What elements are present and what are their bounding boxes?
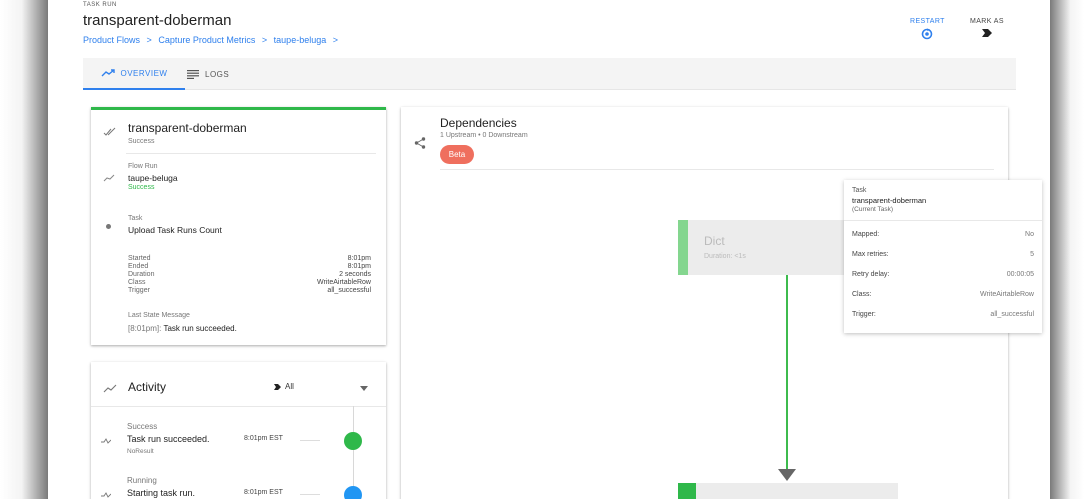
success-status-dot	[344, 432, 362, 450]
tooltip-label: Task	[852, 187, 867, 194]
tooltip-value: 00:00:05	[1006, 271, 1034, 278]
restart-button[interactable]: RESTART	[910, 18, 945, 40]
tooltip-note: (Current Task)	[852, 206, 894, 213]
task-run-info-table: Started 8:01pm Ended 8:01pm Duration 2 s…	[128, 255, 371, 295]
breadcrumb-item-flow[interactable]: Capture Product Metrics	[158, 35, 255, 45]
info-value-trigger: all_successful	[327, 287, 371, 294]
trending-up-icon	[101, 69, 115, 77]
tooltip-key: Max retries:	[852, 251, 889, 258]
divider	[91, 406, 386, 407]
task-run-page: TASK RUN transparent-doberman Product Fl…	[48, 0, 1050, 499]
activity-entry: Running Starting task run. 8:01pm EST	[101, 476, 371, 499]
info-key-class: Class	[128, 279, 146, 286]
info-key-started: Started	[128, 255, 151, 262]
current-task-node[interactable]	[678, 483, 898, 499]
activity-title: Activity	[128, 380, 167, 394]
running-status-dot	[344, 486, 362, 499]
info-key-duration: Duration	[128, 271, 155, 278]
label-arrow-icon	[981, 29, 992, 37]
task-run-name: transparent-doberman	[128, 121, 247, 135]
info-value-started: 8:01pm	[347, 255, 371, 262]
task-dot-icon	[106, 224, 111, 229]
page-eyebrow: TASK RUN	[83, 2, 117, 8]
breadcrumb-separator: >	[146, 35, 152, 45]
tab-overview[interactable]: OVERVIEW	[83, 58, 185, 90]
chevron-down-icon[interactable]	[360, 386, 368, 391]
activity-card: Activity All Success Task run succeeded.…	[91, 362, 386, 499]
info-key-trigger: Trigger	[128, 287, 150, 294]
activity-icon	[101, 492, 111, 498]
done-all-icon	[103, 127, 116, 136]
flow-run-label: Flow Run	[128, 163, 158, 170]
tooltip-value: WriteAirtableRow	[980, 291, 1034, 298]
tooltip-key: Trigger:	[852, 311, 876, 318]
task-run-state: Success	[128, 138, 155, 145]
trending-up-icon	[103, 384, 117, 393]
activity-entry: Success Task run succeeded. NoResult 8:0…	[101, 422, 371, 462]
timeline-connector	[300, 494, 320, 495]
dependencies-card: Dependencies 1 Upstream • 0 Downstream B…	[401, 107, 1042, 499]
info-value-duration: 2 seconds	[339, 271, 371, 278]
last-state-text: Task run succeeded.	[163, 324, 237, 333]
breadcrumb-item-flow-run[interactable]: taupe-beluga	[274, 35, 327, 45]
tooltip-value: No	[1025, 231, 1034, 238]
activity-state: Running	[127, 476, 157, 485]
page-title: transparent-doberman	[83, 12, 232, 29]
left-window-shadow	[0, 0, 48, 499]
label-arrow-icon	[274, 383, 281, 390]
node-duration: Duration: <1s	[704, 253, 746, 260]
last-state-time: [8:01pm]:	[128, 324, 162, 333]
breadcrumb-separator: >	[332, 35, 338, 45]
activity-time: 8:01pm EST	[244, 435, 283, 442]
last-state-label: Last State Message	[128, 312, 190, 319]
info-key-ended: Ended	[128, 263, 149, 270]
task-tooltip: Task transparent-doberman (Current Task)…	[844, 180, 1042, 333]
info-value-class: WriteAirtableRow	[317, 279, 371, 286]
activity-filter[interactable]: All	[274, 382, 294, 391]
node-name: Dict	[704, 234, 725, 248]
tab-logs-label: LOGS	[205, 69, 230, 79]
activity-state: Success	[127, 422, 158, 431]
activity-filter-label: All	[285, 382, 294, 391]
breadcrumb: Product Flows > Capture Product Metrics …	[83, 35, 342, 45]
activity-time: 8:01pm EST	[244, 489, 283, 496]
activity-message: Starting task run.	[127, 488, 196, 498]
activity-icon	[101, 438, 111, 444]
info-value-ended: 8:01pm	[347, 263, 371, 270]
mark-as-label: MARK AS	[970, 18, 1004, 25]
restart-icon	[922, 28, 933, 40]
right-window-shadow	[1050, 0, 1084, 499]
trending-up-icon	[103, 174, 115, 182]
flow-run-link[interactable]: taupe-beluga	[128, 173, 178, 183]
tooltip-key: Mapped:	[852, 231, 880, 238]
breadcrumb-item-product-flows[interactable]: Product Flows	[83, 35, 140, 45]
last-state-message: [8:01pm]: Task run succeeded.	[128, 324, 237, 333]
breadcrumb-separator: >	[261, 35, 268, 45]
edge-arrowhead	[778, 469, 796, 481]
tooltip-key: Retry delay:	[852, 271, 890, 278]
tooltip-key: Class:	[852, 291, 872, 298]
activity-sub: NoResult	[127, 448, 154, 455]
restart-label: RESTART	[910, 18, 945, 25]
tooltip-task-name: transparent-doberman	[852, 196, 927, 205]
mark-as-button[interactable]: MARK AS	[970, 18, 1004, 38]
timeline-connector	[300, 440, 320, 441]
task-run-detail-card: transparent-doberman Success Flow Run ta…	[91, 107, 386, 345]
task-title: Upload Task Runs Count	[128, 225, 222, 235]
tab-logs[interactable]: LOGS	[187, 58, 247, 90]
tab-overview-label: OVERVIEW	[120, 68, 168, 78]
task-label: Task	[128, 215, 143, 222]
tab-bar: OVERVIEW LOGS	[83, 58, 1016, 90]
divider	[844, 220, 1042, 221]
activity-message: Task run succeeded.	[127, 434, 210, 444]
divider	[126, 153, 376, 154]
notes-icon	[187, 69, 199, 79]
flow-run-state: Success	[128, 184, 155, 191]
tooltip-value: all_successful	[990, 311, 1034, 318]
tooltip-value: 5	[1030, 251, 1034, 258]
